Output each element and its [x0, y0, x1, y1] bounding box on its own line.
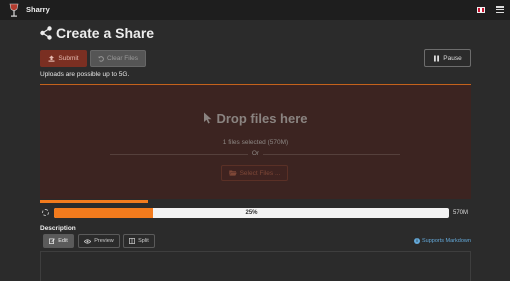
columns-icon: [129, 238, 136, 244]
description-label: Description: [40, 225, 76, 232]
submit-label: Submit: [58, 55, 79, 62]
eye-icon: [84, 238, 92, 244]
app-name[interactable]: Sharry: [26, 5, 50, 14]
files-selected-count: 1 files selected (570M): [222, 139, 289, 146]
upload-progress-bar: 25%: [54, 208, 449, 218]
upload-progress-percent: 25%: [245, 210, 258, 216]
pause-label: Pause: [443, 54, 462, 62]
share-icon: [40, 26, 52, 40]
top-navbar: Sharry: [0, 0, 510, 20]
spinner-icon: [42, 209, 49, 216]
edit-icon: [49, 238, 56, 244]
uploads-limit-note: Uploads are possible up to 5G.: [40, 71, 130, 78]
submit-button[interactable]: Submit: [40, 50, 87, 67]
undo-icon: [98, 55, 104, 62]
select-files-button[interactable]: Select Files ...: [221, 165, 288, 181]
dropzone-title: Drop files here: [40, 111, 471, 126]
clear-files-label: Clear Files: [106, 55, 139, 62]
supports-markdown-label: Supports Markdown: [422, 238, 471, 244]
page-title: Create a Share: [40, 25, 154, 41]
or-separator: Or: [40, 150, 471, 157]
pause-button[interactable]: Pause: [424, 49, 471, 67]
tab-split[interactable]: Split: [123, 234, 155, 248]
dropzone-title-text: Drop files here: [216, 111, 308, 126]
page-title-text: Create a Share: [56, 25, 155, 41]
uk-flag-icon[interactable]: [477, 7, 485, 13]
clear-files-button[interactable]: Clear Files: [90, 50, 146, 67]
pointer-icon: [204, 112, 212, 124]
upload-status-bar: [40, 200, 148, 203]
wine-glass-logo[interactable]: [9, 3, 19, 18]
info-icon: i: [414, 238, 420, 244]
tab-edit[interactable]: Edit: [43, 234, 74, 248]
file-dropzone[interactable]: Drop files here 1 files selected (570M) …: [40, 84, 471, 199]
tab-preview[interactable]: Preview: [78, 234, 120, 248]
tab-preview-label: Preview: [94, 238, 114, 244]
folder-open-icon: [228, 170, 237, 176]
or-label: Or: [247, 150, 264, 157]
pause-icon: [434, 55, 440, 61]
upload-icon: [48, 55, 55, 62]
tab-edit-label: Edit: [58, 238, 68, 244]
supports-markdown-link[interactable]: i Supports Markdown: [414, 238, 471, 244]
tab-split-label: Split: [138, 238, 149, 244]
description-textarea[interactable]: [40, 251, 471, 281]
upload-file-size: 570M: [453, 210, 469, 216]
hamburger-menu-icon[interactable]: [496, 6, 504, 13]
select-files-label: Select Files ...: [239, 169, 281, 177]
